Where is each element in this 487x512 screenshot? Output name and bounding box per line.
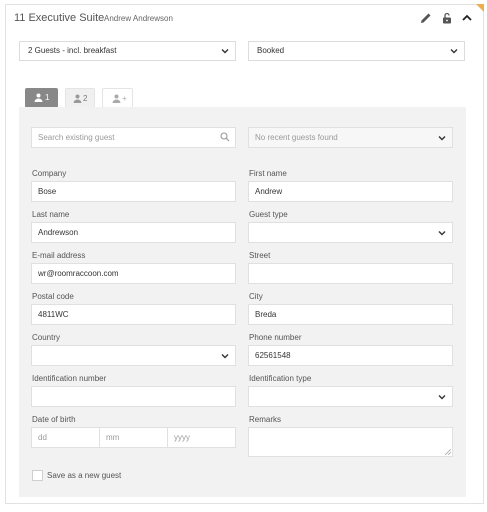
chevron-down-icon: [438, 136, 446, 141]
phone-field[interactable]: 62561548: [248, 345, 453, 366]
city-field[interactable]: Breda: [248, 304, 453, 325]
chevron-down-icon: [221, 49, 229, 54]
guest-type-select[interactable]: [248, 222, 453, 243]
tab-add-guest-label: +: [122, 94, 127, 103]
tab-add-guest[interactable]: +: [102, 88, 133, 108]
status-select[interactable]: Booked: [248, 41, 465, 61]
postal-code-label: Postal code: [32, 292, 74, 301]
recent-guests-value: No recent guests found: [255, 133, 338, 142]
rate-select-value: 2 Guests - incl. breakfast: [28, 46, 117, 55]
pencil-icon[interactable]: [420, 12, 432, 24]
chevron-down-icon: [438, 395, 446, 400]
street-label: Street: [249, 251, 271, 260]
remarks-textarea[interactable]: [248, 427, 453, 457]
phone-label: Phone number: [249, 333, 302, 342]
person-icon: [34, 93, 43, 102]
dob-year-input[interactable]: yyyy: [168, 428, 235, 447]
id-type-label: Identification type: [249, 374, 312, 383]
tab-guest-2-label: 2: [83, 94, 88, 103]
postal-code-field[interactable]: 4811WC: [31, 304, 236, 325]
status-select-value: Booked: [257, 46, 285, 55]
chevron-down-icon: [438, 231, 446, 236]
chevron-down-icon: [221, 354, 229, 359]
tab-guest-1-label: 1: [45, 93, 50, 102]
id-number-field[interactable]: [31, 386, 236, 407]
unlock-icon[interactable]: [441, 12, 453, 24]
city-label: City: [249, 292, 263, 301]
search-placeholder: Search existing guest: [38, 133, 115, 142]
tab-guest-1[interactable]: 1: [25, 88, 58, 108]
guest-search-input[interactable]: Search existing guest: [31, 127, 236, 148]
first-name-label: First name: [249, 169, 287, 178]
save-as-new-guest-label: Save as a new guest: [47, 471, 122, 480]
status-corner-marker: [476, 4, 484, 12]
email-label: E-mail address: [32, 251, 86, 260]
person-icon: [112, 94, 121, 103]
resize-handle-icon[interactable]: [445, 449, 451, 455]
company-field[interactable]: Bose: [31, 181, 236, 202]
remarks-label: Remarks: [249, 415, 282, 424]
chevron-up-icon[interactable]: [461, 12, 473, 24]
chevron-down-icon: [450, 49, 458, 54]
dob-month-input[interactable]: mm: [100, 428, 168, 447]
last-name-label: Last name: [32, 210, 70, 219]
country-label: Country: [32, 333, 61, 342]
save-as-new-guest-checkbox[interactable]: [32, 470, 43, 481]
room-title: 11 Executive Suite: [14, 12, 105, 24]
search-icon: [220, 132, 230, 142]
dob-day-input[interactable]: dd: [32, 428, 100, 447]
rate-select[interactable]: 2 Guests - incl. breakfast: [19, 41, 236, 61]
country-select[interactable]: [31, 345, 236, 366]
recent-guests-select[interactable]: No recent guests found: [248, 127, 453, 148]
id-type-select[interactable]: [248, 386, 453, 407]
email-field[interactable]: wr@roomraccoon.com: [31, 263, 236, 284]
first-name-field[interactable]: Andrew: [248, 181, 453, 202]
tab-guest-2[interactable]: 2: [65, 88, 95, 108]
dob-label: Date of birth: [32, 415, 76, 424]
guest-type-label: Guest type: [249, 210, 288, 219]
company-label: Company: [32, 169, 67, 178]
last-name-field[interactable]: Andrewson: [31, 222, 236, 243]
dob-field: dd mm yyyy: [31, 427, 236, 448]
street-field[interactable]: [248, 263, 453, 284]
id-number-label: Identification number: [32, 374, 107, 383]
guest-name: Andrew Andrewson: [104, 14, 173, 23]
person-icon: [73, 94, 82, 103]
